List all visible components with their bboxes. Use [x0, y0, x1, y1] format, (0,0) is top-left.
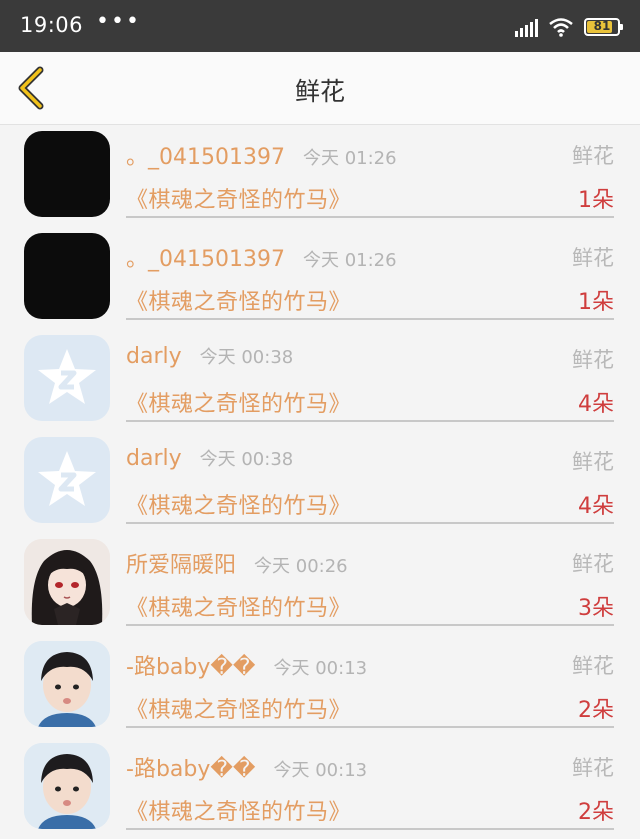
avatar[interactable]: [24, 437, 110, 523]
flower-record-list: 。_041501397 今天 01:26 鲜花 《棋魂之奇怪的竹马》 1朵 。_0…: [0, 125, 640, 839]
avatar[interactable]: [24, 641, 110, 727]
avatar[interactable]: [24, 131, 110, 217]
user-name-line: darly 今天 00:38: [126, 445, 293, 471]
anime-character-avatar-icon: [24, 539, 110, 625]
flower-count: 1朵: [578, 188, 614, 213]
item-content: -路baby�� 今天 00:13 鲜花 《棋魂之奇怪的竹马》 2朵: [126, 737, 614, 830]
status-bar: 19:06 ••• 81: [0, 0, 640, 52]
user-name[interactable]: -路baby��: [126, 655, 256, 680]
wifi-icon: [549, 18, 573, 37]
user-name[interactable]: -路baby��: [126, 757, 256, 782]
item-content: 。_041501397 今天 01:26 鲜花 《棋魂之奇怪的竹马》 1朵: [126, 125, 614, 218]
user-name[interactable]: 。_041501397: [126, 247, 285, 272]
timestamp: 今天 00:13: [273, 658, 368, 679]
user-name-line: 。_041501397 今天 01:26: [126, 139, 397, 171]
user-name[interactable]: 所爱隔暖阳: [126, 553, 236, 578]
book-title[interactable]: 《棋魂之奇怪的竹马》: [126, 488, 351, 520]
avatar[interactable]: [24, 539, 110, 625]
timestamp: 今天 01:26: [302, 250, 397, 271]
status-time: 19:06: [20, 13, 84, 37]
list-item[interactable]: 所爱隔暖阳 今天 00:26 鲜花 《棋魂之奇怪的竹马》 3朵: [0, 533, 640, 635]
boy-photo-avatar-icon: [24, 641, 110, 727]
signal-icon: [515, 17, 538, 37]
avatar[interactable]: [24, 233, 110, 319]
user-name-line: darly 今天 00:38: [126, 343, 293, 369]
status-icons: 81: [515, 14, 623, 40]
list-item[interactable]: 。_041501397 今天 01:26 鲜花 《棋魂之奇怪的竹马》 1朵: [0, 125, 640, 227]
gift-type: 鲜花: [572, 450, 614, 474]
list-item[interactable]: darly 今天 00:38 鲜花 《棋魂之奇怪的竹马》 4朵: [0, 329, 640, 431]
flower-count: 3朵: [578, 596, 614, 621]
book-title[interactable]: 《棋魂之奇怪的竹马》: [126, 794, 351, 826]
default-star-avatar-icon: [38, 451, 96, 506]
user-name-line: 。_041501397 今天 01:26: [126, 241, 397, 273]
list-item[interactable]: darly 今天 00:38 鲜花 《棋魂之奇怪的竹马》 4朵: [0, 431, 640, 533]
book-title[interactable]: 《棋魂之奇怪的竹马》: [126, 590, 351, 622]
timestamp: 今天 00:26: [254, 556, 348, 577]
gift-type: 鲜花: [572, 552, 614, 576]
list-item[interactable]: -路baby�� 今天 00:13 鲜花 《棋魂之奇怪的竹马》 2朵: [0, 737, 640, 839]
item-content: 。_041501397 今天 01:26 鲜花 《棋魂之奇怪的竹马》 1朵: [126, 227, 614, 320]
flower-count: 2朵: [578, 698, 614, 723]
list-item[interactable]: 。_041501397 今天 01:26 鲜花 《棋魂之奇怪的竹马》 1朵: [0, 227, 640, 329]
timestamp: 今天 00:38: [199, 449, 294, 470]
flower-count: 4朵: [578, 494, 614, 519]
gift-type: 鲜花: [572, 144, 614, 168]
gift-type: 鲜花: [572, 756, 614, 780]
user-name-line: -路baby�� 今天 00:13: [126, 751, 367, 783]
more-notifications-icon: •••: [96, 9, 141, 34]
avatar[interactable]: [24, 335, 110, 421]
boy-photo-avatar-icon: [24, 743, 110, 829]
avatar[interactable]: [24, 743, 110, 829]
flower-count: 2朵: [578, 800, 614, 825]
book-title[interactable]: 《棋魂之奇怪的竹马》: [126, 182, 351, 214]
gift-type: 鲜花: [572, 654, 614, 678]
flower-count: 4朵: [578, 392, 614, 417]
timestamp: 今天 00:13: [273, 760, 368, 781]
timestamp: 今天 01:26: [302, 148, 397, 169]
flower-count: 1朵: [578, 290, 614, 315]
gift-type: 鲜花: [572, 348, 614, 372]
list-item[interactable]: -路baby�� 今天 00:13 鲜花 《棋魂之奇怪的竹马》 2朵: [0, 635, 640, 737]
page-title: 鲜花: [294, 77, 345, 106]
default-star-avatar-icon: [38, 349, 96, 404]
battery-level: 81: [593, 19, 611, 33]
item-content: darly 今天 00:38 鲜花 《棋魂之奇怪的竹马》 4朵: [126, 431, 614, 524]
book-title[interactable]: 《棋魂之奇怪的竹马》: [126, 386, 351, 418]
timestamp: 今天 00:38: [199, 347, 294, 368]
user-name[interactable]: 。_041501397: [126, 145, 285, 170]
item-content: darly 今天 00:38 鲜花 《棋魂之奇怪的竹马》 4朵: [126, 329, 614, 422]
gift-type: 鲜花: [572, 246, 614, 270]
user-name-line: -路baby�� 今天 00:13: [126, 649, 367, 681]
item-content: -路baby�� 今天 00:13 鲜花 《棋魂之奇怪的竹马》 2朵: [126, 635, 614, 728]
user-name-line: 所爱隔暖阳 今天 00:26: [126, 547, 348, 579]
battery-icon: 81: [584, 18, 623, 36]
nav-bar: 鲜花: [0, 52, 640, 125]
item-content: 所爱隔暖阳 今天 00:26 鲜花 《棋魂之奇怪的竹马》 3朵: [126, 533, 614, 626]
user-name[interactable]: darly: [126, 344, 182, 369]
book-title[interactable]: 《棋魂之奇怪的竹马》: [126, 692, 351, 724]
user-name[interactable]: darly: [126, 446, 182, 471]
book-title[interactable]: 《棋魂之奇怪的竹马》: [126, 284, 351, 316]
